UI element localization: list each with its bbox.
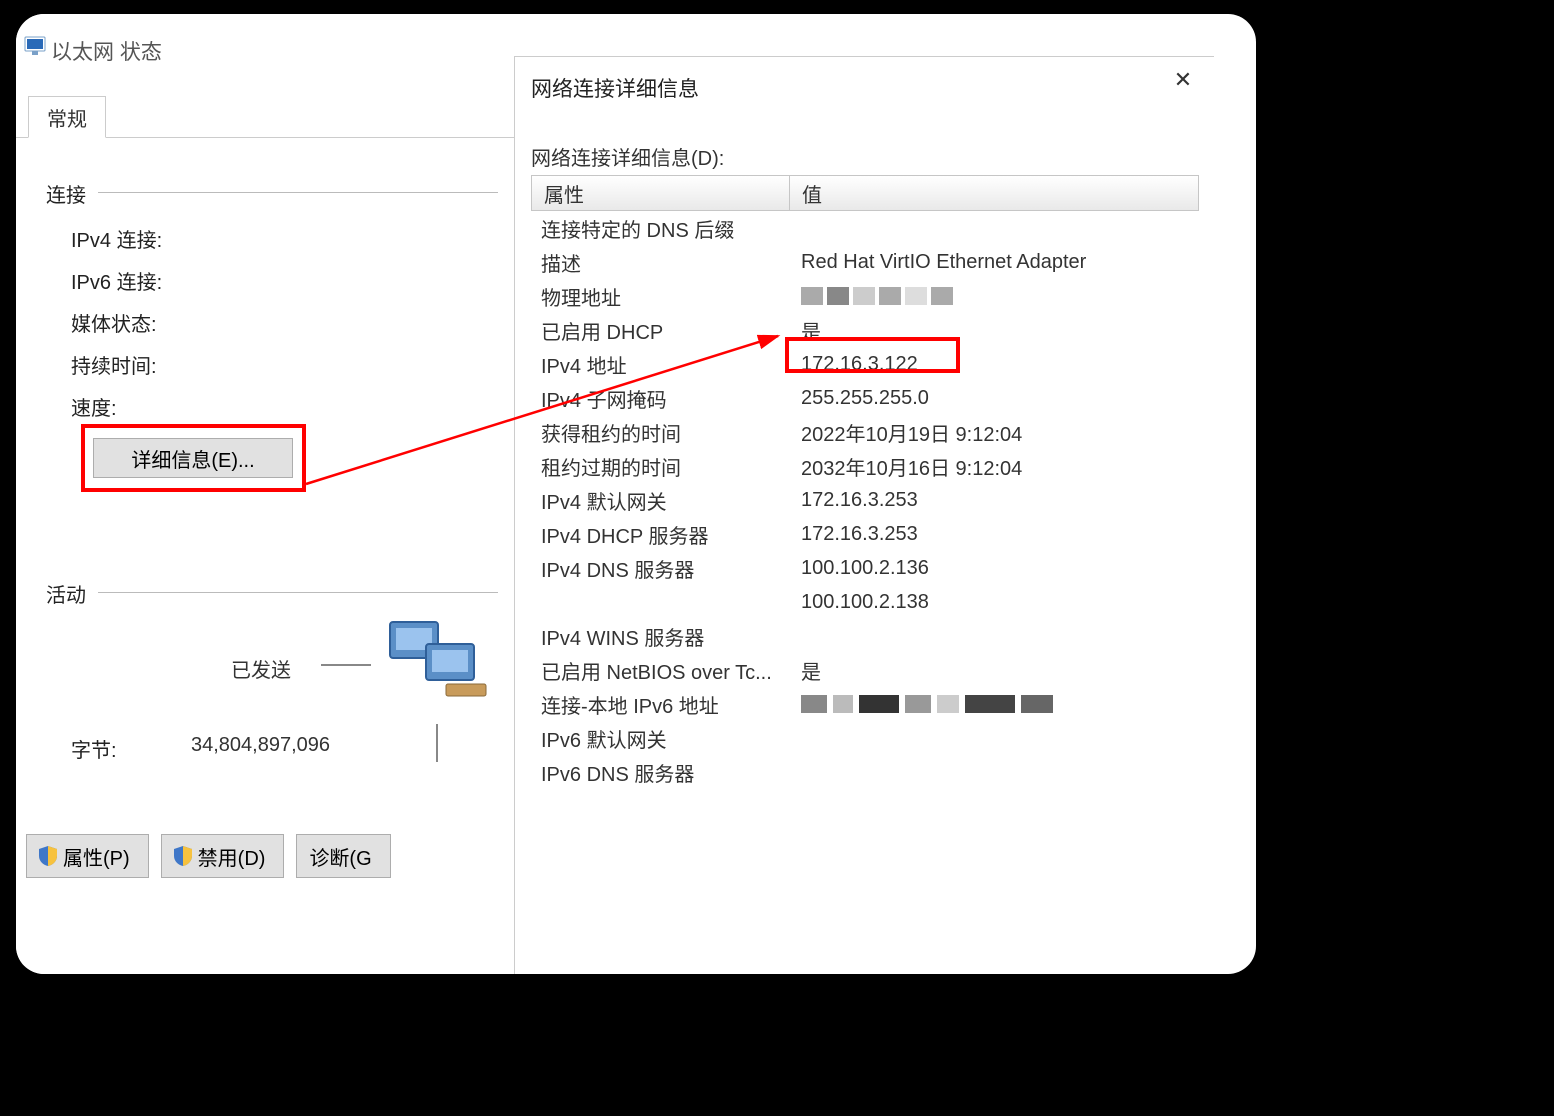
property-cell: 已启用 DHCP (531, 316, 789, 345)
table-row[interactable]: 连接-本地 IPv6 地址 (531, 687, 1199, 721)
table-row[interactable]: IPv4 DNS 服务器100.100.2.136 (531, 551, 1199, 585)
details-dialog-title: 网络连接详细信息 (531, 73, 699, 103)
value-cell: 172.16.3.253 (789, 523, 918, 546)
close-icon[interactable]: ✕ (1168, 67, 1198, 97)
section-divider (98, 192, 498, 193)
value-cell: 255.255.255.0 (789, 387, 929, 410)
property-cell: 租约过期的时间 (531, 452, 789, 481)
media-state-label: 媒体状态: (71, 308, 157, 337)
activity-divider (98, 592, 498, 593)
ipv4-connection-label: IPv4 连接: (71, 224, 162, 253)
value-cell: 2022年10月19日 9:12:04 (789, 418, 1022, 447)
redacted-ipv6 (801, 695, 1053, 713)
tab-general[interactable]: 常规 (28, 96, 106, 138)
duration-label: 持续时间: (71, 350, 157, 379)
value-cell (789, 693, 1053, 716)
property-cell: IPv4 WINS 服务器 (531, 622, 789, 651)
table-row[interactable]: 100.100.2.138 (531, 585, 1199, 619)
property-cell: IPv4 子网掩码 (531, 384, 789, 413)
details-subtitle: 网络连接详细信息(D): (531, 142, 724, 171)
bytes-sent-value: 34,804,897,096 (191, 734, 330, 757)
disable-button[interactable]: 禁用(D) (161, 834, 285, 878)
properties-button[interactable]: 属性(P) (26, 834, 149, 878)
speed-label: 速度: (71, 392, 117, 421)
ethernet-status-window: 以太网 状态 常规 连接 IPv4 连接: IPv6 连接: 媒体状态: 持续时… (16, 14, 514, 974)
property-cell: IPv6 默认网关 (531, 724, 789, 753)
table-row[interactable]: 已启用 NetBIOS over Tc...是 (531, 653, 1199, 687)
value-cell: Red Hat VirtIO Ethernet Adapter (789, 251, 1086, 274)
ipv6-connection-label: IPv6 连接: (71, 266, 162, 295)
details-table-body: 连接特定的 DNS 后缀描述Red Hat VirtIO Ethernet Ad… (531, 211, 1199, 789)
diagnose-button-label: 诊断(G (309, 842, 371, 871)
value-cell: 100.100.2.138 (789, 591, 929, 614)
shield-icon (174, 846, 192, 866)
sent-label: 已发送 (231, 654, 291, 683)
table-row[interactable]: IPv4 默认网关172.16.3.253 (531, 483, 1199, 517)
property-cell: 获得租约的时间 (531, 418, 789, 447)
bytes-label: 字节: (71, 734, 117, 763)
property-cell: 描述 (531, 248, 789, 277)
value-cell: 是 (789, 656, 821, 685)
ipv4-address-highlight (785, 337, 960, 373)
table-row[interactable]: IPv4 子网掩码255.255.255.0 (531, 381, 1199, 415)
value-cell: 100.100.2.136 (789, 557, 929, 580)
property-cell: IPv4 DHCP 服务器 (531, 520, 789, 549)
property-cell: 物理地址 (531, 282, 789, 311)
table-row[interactable]: IPv6 默认网关 (531, 721, 1199, 755)
table-row[interactable]: 描述Red Hat VirtIO Ethernet Adapter (531, 245, 1199, 279)
property-cell: IPv6 DNS 服务器 (531, 758, 789, 787)
table-row[interactable]: IPv4 WINS 服务器 (531, 619, 1199, 653)
property-cell: IPv4 默认网关 (531, 486, 789, 515)
value-cell: 172.16.3.253 (789, 489, 918, 512)
network-icon (24, 36, 46, 56)
table-row[interactable]: IPv6 DNS 服务器 (531, 755, 1199, 789)
details-button-highlight (81, 424, 306, 492)
computers-icon (386, 614, 496, 704)
properties-button-label: 属性(P) (63, 842, 130, 871)
table-row[interactable]: 获得租约的时间2022年10月19日 9:12:04 (531, 415, 1199, 449)
header-property[interactable]: 属性 (532, 176, 790, 210)
property-cell: IPv4 地址 (531, 350, 789, 379)
header-value[interactable]: 值 (790, 179, 822, 208)
property-cell: 连接-本地 IPv6 地址 (531, 690, 789, 719)
diagnose-button[interactable]: 诊断(G (296, 834, 390, 878)
shield-icon (39, 846, 57, 866)
property-cell: 已启用 NetBIOS over Tc... (531, 656, 789, 685)
connection-section-label: 连接 (46, 179, 86, 208)
property-cell: IPv4 DNS 服务器 (531, 554, 789, 583)
screenshot-canvas: 以太网 状态 常规 连接 IPv4 连接: IPv6 连接: 媒体状态: 持续时… (16, 14, 1256, 974)
property-cell: 连接特定的 DNS 后缀 (531, 214, 789, 243)
activity-section-label: 活动 (46, 579, 86, 608)
disable-button-label: 禁用(D) (198, 842, 266, 871)
details-table-header: 属性 值 (531, 175, 1199, 211)
status-window-title: 以太网 状态 (51, 36, 162, 66)
activity-dash-left (321, 664, 371, 666)
table-row[interactable]: 连接特定的 DNS 后缀 (531, 211, 1199, 245)
table-row[interactable]: 租约过期的时间2032年10月16日 9:12:04 (531, 449, 1199, 483)
network-details-dialog: 网络连接详细信息 ✕ 网络连接详细信息(D): 属性 值 连接特定的 DNS 后… (514, 56, 1214, 974)
value-cell: 2032年10月16日 9:12:04 (789, 452, 1022, 481)
activity-separator (436, 724, 438, 762)
redacted-mac (801, 287, 953, 305)
value-cell (789, 285, 953, 308)
tab-bar: 常规 (16, 96, 514, 138)
table-row[interactable]: 物理地址 (531, 279, 1199, 313)
table-row[interactable]: IPv4 DHCP 服务器172.16.3.253 (531, 517, 1199, 551)
